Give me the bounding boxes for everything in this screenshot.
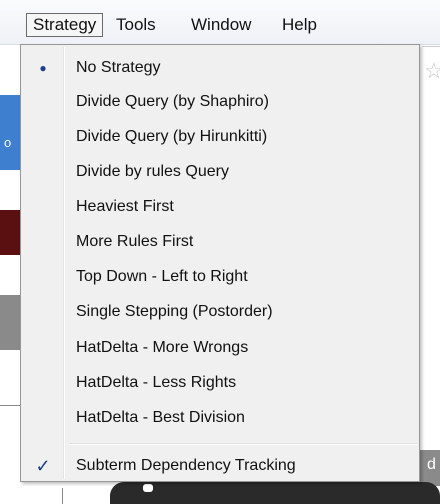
menu-item-subterm-dependency-tracking[interactable]: ✓ Subterm Dependency Tracking [23, 449, 417, 483]
menu-item-no-strategy[interactable]: ● No Strategy [23, 51, 417, 85]
menu-item-label: Divide Query (by Hirunkitti) [76, 128, 268, 145]
menu-item-label: More Rules First [76, 233, 194, 250]
background-panel-red [0, 210, 20, 255]
menu-item-label: Divide Query (by Shaphiro) [76, 93, 269, 110]
bullet-icon: ● [39, 61, 47, 75]
menu-item-hatdelta-more-wrongs[interactable]: HatDelta - More Wrongs [23, 331, 417, 365]
menu-window[interactable]: Window [185, 13, 257, 37]
background-panel-blue: o [0, 95, 20, 170]
check-icon: ✓ [35, 456, 51, 476]
menu-tools[interactable]: Tools [110, 13, 162, 37]
menu-item-more-rules-first[interactable]: More Rules First [23, 225, 417, 259]
background-divider [62, 488, 63, 504]
menu-item-label: HatDelta - Less Rights [76, 374, 237, 391]
menu-item-label: Divide by rules Query [76, 163, 229, 180]
menu-item-label: Subterm Dependency Tracking [76, 457, 296, 474]
menu-item-hatdelta-less-rights[interactable]: HatDelta - Less Rights [23, 366, 417, 400]
star-icon: ☆ [424, 58, 440, 83]
menu-item-label: Top Down - Left to Right [76, 268, 248, 285]
menu-item-heaviest-first[interactable]: Heaviest First [23, 190, 417, 224]
menu-item-label: HatDelta - Best Division [76, 409, 245, 426]
strategy-dropdown-menu: ● No Strategy Divide Query (by Shaphiro)… [20, 44, 420, 482]
menu-item-top-down[interactable]: Top Down - Left to Right [23, 260, 417, 294]
menu-item-label: No Strategy [76, 59, 161, 76]
menu-item-hatdelta-best-division[interactable]: HatDelta - Best Division [23, 401, 417, 435]
menu-separator [69, 443, 417, 445]
menu-strategy[interactable]: Strategy [26, 13, 104, 37]
background-panel-gray [0, 295, 20, 350]
menu-item-label: Single Stepping (Postorder) [76, 303, 273, 320]
menu-item-label: Heaviest First [76, 198, 174, 215]
menu-item-divide-query-hirunkitti[interactable]: Divide Query (by Hirunkitti) [23, 120, 417, 154]
menu-help[interactable]: Help [276, 13, 323, 37]
background-text: o [4, 135, 12, 150]
background-panel-right: d [420, 450, 440, 486]
background-dot [143, 484, 153, 492]
menu-item-single-stepping[interactable]: Single Stepping (Postorder) [23, 295, 417, 329]
menu-bar: Strategy Tools Window Help [0, 0, 440, 45]
background-divider [422, 46, 440, 47]
background-text: d [427, 456, 436, 473]
background-dark-shape [110, 482, 440, 504]
background-divider [0, 405, 20, 406]
menu-item-divide-query-shaphiro[interactable]: Divide Query (by Shaphiro) [23, 85, 417, 119]
menu-item-label: HatDelta - More Wrongs [76, 339, 249, 356]
menu-item-divide-by-rules-query[interactable]: Divide by rules Query [23, 155, 417, 189]
